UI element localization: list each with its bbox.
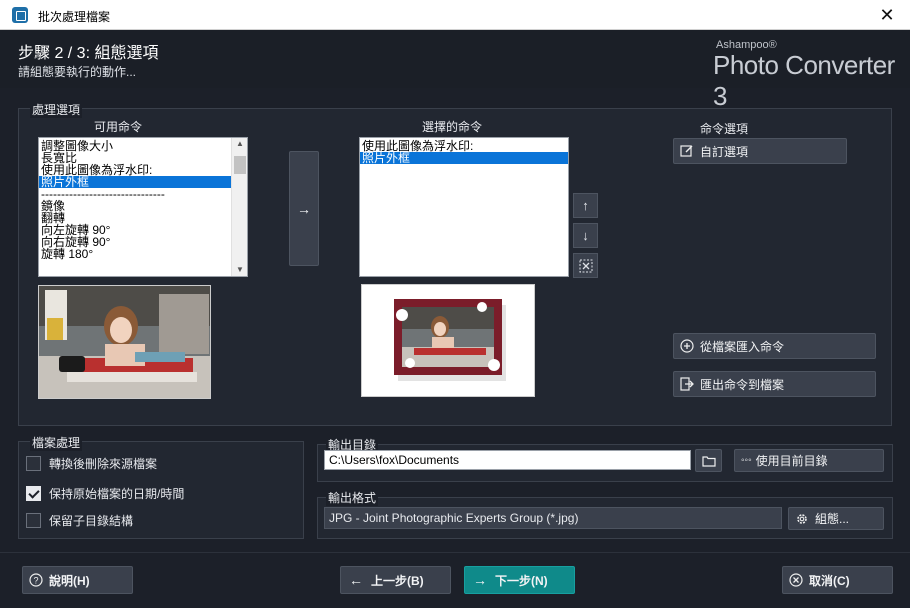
wizard-footer	[0, 553, 910, 608]
available-commands-list[interactable]: 調整圖像大小 長寬比 使用此圖像為浮水印: 照片外框 -----------------…	[38, 137, 248, 277]
custom-options-button[interactable]: 自訂選項	[673, 138, 847, 164]
svg-text:?: ?	[33, 576, 38, 586]
arrow-right-icon: →	[473, 572, 487, 588]
move-up-button[interactable]: ↑	[573, 193, 598, 218]
help-icon: ?	[29, 573, 43, 587]
file-option-row[interactable]: 保持原始檔案的日期/時間	[26, 485, 184, 502]
arrow-left-icon: ←	[349, 572, 363, 588]
file-processing-label: 檔案處理	[30, 434, 83, 451]
edit-icon	[680, 145, 693, 157]
step-subtitle: 請組態要執行的動作...	[18, 65, 137, 79]
output-format-select[interactable]: JPG - Joint Photographic Experts Group (…	[324, 507, 782, 529]
help-button[interactable]: ? 說明(H)	[22, 566, 133, 594]
dots-icon: ◦◦◦	[741, 455, 752, 466]
scroll-down-icon[interactable]: ▼	[232, 264, 247, 276]
next-label: 下一步(N)	[495, 573, 548, 588]
file-option-label: 保持原始檔案的日期/時間	[49, 487, 185, 501]
cancel-button[interactable]: 取消(C)	[782, 566, 893, 594]
selected-command-item[interactable]: 照片外框	[360, 152, 568, 164]
brand-name-large: Photo Converter 3	[713, 50, 895, 111]
export-commands-button[interactable]: 匯出命令到檔案	[673, 371, 876, 397]
arrow-down-icon: ↓	[582, 228, 589, 243]
arrow-right-icon: →	[297, 200, 311, 217]
available-command-item[interactable]: 旋轉 180°	[39, 248, 231, 260]
browse-folder-button[interactable]	[695, 449, 722, 472]
file-option-row[interactable]: 保留子目錄結構	[26, 512, 133, 529]
output-directory-input[interactable]: C:\Users\fox\Documents	[324, 450, 691, 470]
plus-circle-icon	[680, 339, 694, 353]
use-current-directory-button[interactable]: ◦◦◦ 使用目前目錄	[734, 449, 884, 472]
help-label: 說明(H)	[49, 573, 90, 588]
file-option-label: 轉換後刪除來源檔案	[49, 457, 158, 471]
gear-icon	[797, 513, 807, 524]
use-current-directory-label: 使用目前目錄	[755, 454, 828, 468]
wizard-header: 步驟 2 / 3: 組態選項 請組態要執行的動作... Ashampoo® Ph…	[0, 30, 910, 111]
window-title-bar: 批次處理檔案 ✕	[0, 0, 910, 30]
file-option-label: 保留子目錄結構	[49, 514, 134, 528]
back-label: 上一步(B)	[371, 573, 424, 588]
cancel-label: 取消(C)	[809, 573, 850, 588]
next-button[interactable]: → 下一步(N)	[464, 566, 575, 594]
file-option-checkbox[interactable]	[26, 513, 41, 528]
available-command-item[interactable]: 鏡像	[39, 200, 231, 212]
command-options-label: 命令選項	[700, 122, 749, 136]
available-commands-label: 可用命令	[94, 120, 143, 134]
scroll-up-icon[interactable]: ▲	[232, 138, 247, 150]
result-preview-image	[361, 284, 535, 397]
file-option-row[interactable]: 轉換後刪除來源檔案	[26, 455, 157, 472]
add-command-button[interactable]: →	[289, 151, 319, 266]
file-option-checkbox[interactable]	[26, 486, 41, 501]
available-command-item[interactable]: -------------------------------	[39, 188, 231, 200]
original-preview-image	[38, 285, 211, 399]
arrow-up-icon: ↑	[582, 198, 589, 213]
step-title: 步驟 2 / 3: 組態選項	[18, 45, 159, 62]
app-icon	[12, 7, 28, 23]
configure-format-label: 組態...	[815, 512, 850, 526]
processing-options-label: 處理選項	[30, 101, 83, 118]
folder-icon	[701, 455, 716, 467]
scroll-thumb[interactable]	[234, 156, 246, 174]
available-list-scrollbar[interactable]: ▲ ▼	[231, 138, 247, 276]
selected-commands-label: 選擇的命令	[422, 120, 483, 134]
back-button[interactable]: ← 上一步(B)	[340, 566, 451, 594]
custom-options-label: 自訂選項	[700, 144, 749, 159]
remove-command-button[interactable]	[573, 253, 598, 278]
remove-icon	[579, 259, 592, 273]
import-commands-label: 從檔案匯入命令	[700, 339, 785, 354]
close-icon[interactable]: ✕	[864, 0, 910, 30]
output-format-label: 輸出格式	[326, 489, 379, 506]
move-down-button[interactable]: ↓	[573, 223, 598, 248]
cancel-icon	[789, 573, 803, 587]
import-commands-button[interactable]: 從檔案匯入命令	[673, 333, 876, 359]
selected-commands-list[interactable]: 使用此圖像為浮水印: 照片外框	[359, 137, 569, 277]
window-title: 批次處理檔案	[38, 10, 111, 24]
file-option-checkbox[interactable]	[26, 456, 41, 471]
configure-format-button[interactable]: 組態...	[788, 507, 884, 530]
export-commands-label: 匯出命令到檔案	[700, 377, 785, 392]
export-icon	[680, 377, 694, 391]
